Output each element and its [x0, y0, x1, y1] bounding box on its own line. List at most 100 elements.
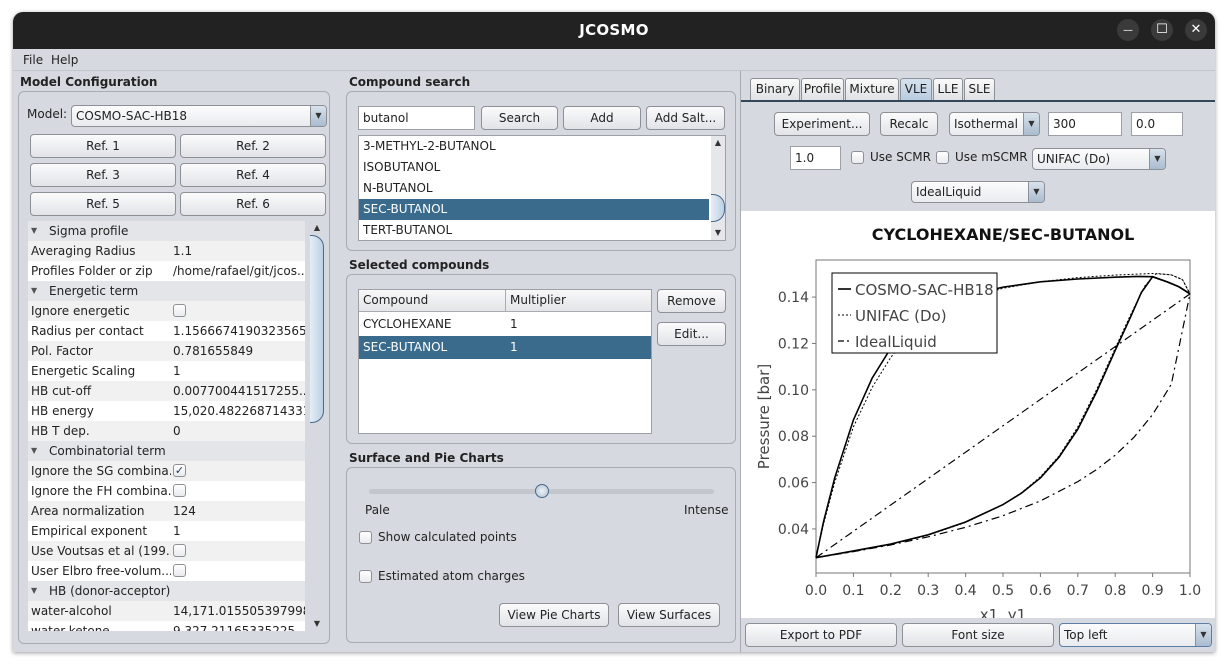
property-checkbox[interactable]: ✓: [173, 464, 186, 477]
tab-mixture[interactable]: Mixture: [845, 78, 899, 100]
add-button[interactable]: Add: [563, 106, 641, 130]
property-checkbox[interactable]: [173, 544, 186, 557]
search-result-item[interactable]: TERT-BUTANOL: [359, 220, 709, 240]
property-value[interactable]: 1: [173, 521, 305, 541]
edit-button[interactable]: Edit...: [657, 322, 726, 346]
scroll-up-icon[interactable]: ▲: [711, 136, 725, 150]
scroll-up-icon[interactable]: ▲: [310, 221, 324, 235]
font-size-button[interactable]: Font size: [902, 623, 1054, 647]
property-value[interactable]: 1.1566674190323565: [173, 321, 305, 341]
column-header-compound[interactable]: Compound: [363, 293, 428, 307]
ref-6-button[interactable]: Ref. 6: [180, 192, 326, 216]
maximize-button[interactable]: ☐: [1151, 19, 1173, 41]
value-input[interactable]: 1.0: [790, 146, 841, 170]
property-checkbox[interactable]: [173, 484, 186, 497]
property-value[interactable]: 1.1: [173, 241, 305, 261]
results-scrollbar[interactable]: ▲ ▼: [711, 136, 725, 240]
legend-position-select[interactable]: Top left ▼: [1059, 623, 1212, 647]
property-checkbox[interactable]: [173, 564, 186, 577]
property-value[interactable]: 0.781655849: [173, 341, 305, 361]
compare-model-1-select[interactable]: UNIFAC (Do) ▼: [1032, 148, 1166, 170]
property-checkbox[interactable]: [173, 304, 186, 317]
property-category[interactable]: ▼ Sigma profile: [28, 221, 305, 241]
ref-2-button[interactable]: Ref. 2: [180, 134, 326, 158]
search-result-item[interactable]: N-BUTANOL: [359, 178, 709, 199]
category-name: Energetic term: [49, 284, 139, 298]
property-value[interactable]: 1: [173, 361, 305, 381]
show-points-checkbox[interactable]: [359, 531, 372, 544]
experiment-button[interactable]: Experiment...: [774, 112, 870, 136]
property-row: Averaging Radius 1.1: [28, 241, 305, 261]
use-scmr-checkbox[interactable]: [851, 151, 864, 164]
ref-4-button[interactable]: Ref. 4: [180, 163, 326, 187]
property-sheet-scrollbar[interactable]: ▲ ▼: [310, 221, 324, 631]
minimize-button[interactable]: —: [1117, 19, 1139, 41]
y-tick-label: 0.10: [778, 383, 809, 399]
ref-3-button[interactable]: Ref. 3: [30, 163, 176, 187]
tab-vle[interactable]: VLE: [900, 78, 932, 100]
menu-file[interactable]: File: [23, 53, 43, 67]
table-row[interactable]: CYCLOHEXANE 1: [359, 313, 651, 336]
compare-model-2-select[interactable]: IdealLiquid ▼: [911, 181, 1045, 203]
property-value[interactable]: 14,171.015505397998: [173, 601, 305, 621]
remove-button[interactable]: Remove: [657, 289, 726, 313]
ref-5-button[interactable]: Ref. 5: [30, 192, 176, 216]
property-value[interactable]: 15,020.482268714331: [173, 401, 305, 421]
scroll-thumb[interactable]: [711, 194, 725, 222]
expand-arrow-icon[interactable]: ▼: [31, 281, 37, 301]
property-name: HB cut-off: [31, 384, 92, 398]
table-row[interactable]: SEC-BUTANOL 1: [359, 336, 651, 359]
model-select[interactable]: COSMO-SAC-HB18 ▼: [71, 105, 327, 127]
property-value[interactable]: 0: [173, 421, 305, 441]
tab-lle[interactable]: LLE: [933, 78, 963, 100]
view-pie-charts-button[interactable]: View Pie Charts: [499, 603, 609, 627]
parameter-input[interactable]: 0.0: [1131, 112, 1183, 136]
close-button[interactable]: ✕: [1185, 19, 1207, 41]
y-tick-label: 0.06: [778, 476, 809, 492]
recalc-button[interactable]: Recalc: [880, 112, 938, 136]
atom-charges-checkbox[interactable]: [359, 570, 372, 583]
slider-min-label: Pale: [365, 503, 390, 517]
scroll-down-icon[interactable]: ▼: [310, 617, 324, 631]
search-result-item[interactable]: ISOBUTANOL: [359, 157, 709, 178]
property-category[interactable]: ▼ HB (donor-acceptor): [28, 581, 305, 601]
x-tick-label: 0.2: [880, 583, 902, 599]
search-result-item[interactable]: SEC-BUTANOL: [359, 199, 709, 220]
add-salt-button[interactable]: Add Salt...: [646, 106, 725, 130]
menu-help[interactable]: Help: [51, 53, 78, 67]
search-input[interactable]: butanol: [358, 106, 475, 130]
scroll-thumb[interactable]: [310, 235, 324, 423]
y-tick-label: 0.14: [778, 290, 809, 306]
property-row: Ignore the SG combina... ✓: [28, 461, 305, 481]
tab-sle[interactable]: SLE: [964, 78, 995, 100]
property-name: Pol. Factor: [31, 344, 93, 358]
ref-1-button[interactable]: Ref. 1: [30, 134, 176, 158]
property-category[interactable]: ▼ Combinatorial term: [28, 441, 305, 461]
scroll-down-icon[interactable]: ▼: [711, 226, 725, 240]
column-header-multiplier[interactable]: Multiplier: [510, 293, 566, 307]
multiplier-cell: 1: [510, 317, 518, 331]
expand-arrow-icon[interactable]: ▼: [31, 441, 37, 461]
temperature-input[interactable]: 300: [1048, 112, 1122, 136]
mode-select[interactable]: Isothermal ▼: [949, 112, 1040, 136]
vle-chart-svg: CYCLOHEXANE/SEC-BUTANOL 0.0 0.1 0.2 0.3 0.4 0.…: [755, 225, 1201, 624]
tab-binary[interactable]: Binary: [750, 78, 800, 100]
intensity-slider-thumb[interactable]: [534, 484, 549, 498]
property-value[interactable]: 124: [173, 501, 305, 521]
property-value[interactable]: 0.007700441517255...: [173, 381, 305, 401]
property-value[interactable]: 9,327.21165335225: [173, 621, 305, 631]
search-button[interactable]: Search: [481, 106, 558, 130]
use-mscmr-checkbox[interactable]: [936, 151, 949, 164]
property-category[interactable]: ▼ Energetic term: [28, 281, 305, 301]
tab-profile[interactable]: Profile: [801, 78, 844, 100]
expand-arrow-icon[interactable]: ▼: [31, 221, 37, 241]
search-result-item[interactable]: 3-METHYL-2-BUTANOL: [359, 136, 709, 157]
property-row: Ignore energetic: [28, 301, 305, 321]
property-name: Area normalization: [31, 504, 145, 518]
expand-arrow-icon[interactable]: ▼: [31, 581, 37, 601]
export-pdf-button[interactable]: Export to PDF: [745, 623, 897, 647]
y-axis-label: Pressure [bar]: [755, 364, 773, 469]
view-surfaces-button[interactable]: View Surfaces: [618, 603, 720, 627]
property-row: User Elbro free-volum...: [28, 561, 305, 581]
property-value[interactable]: /home/rafael/git/jcos...: [173, 261, 305, 281]
